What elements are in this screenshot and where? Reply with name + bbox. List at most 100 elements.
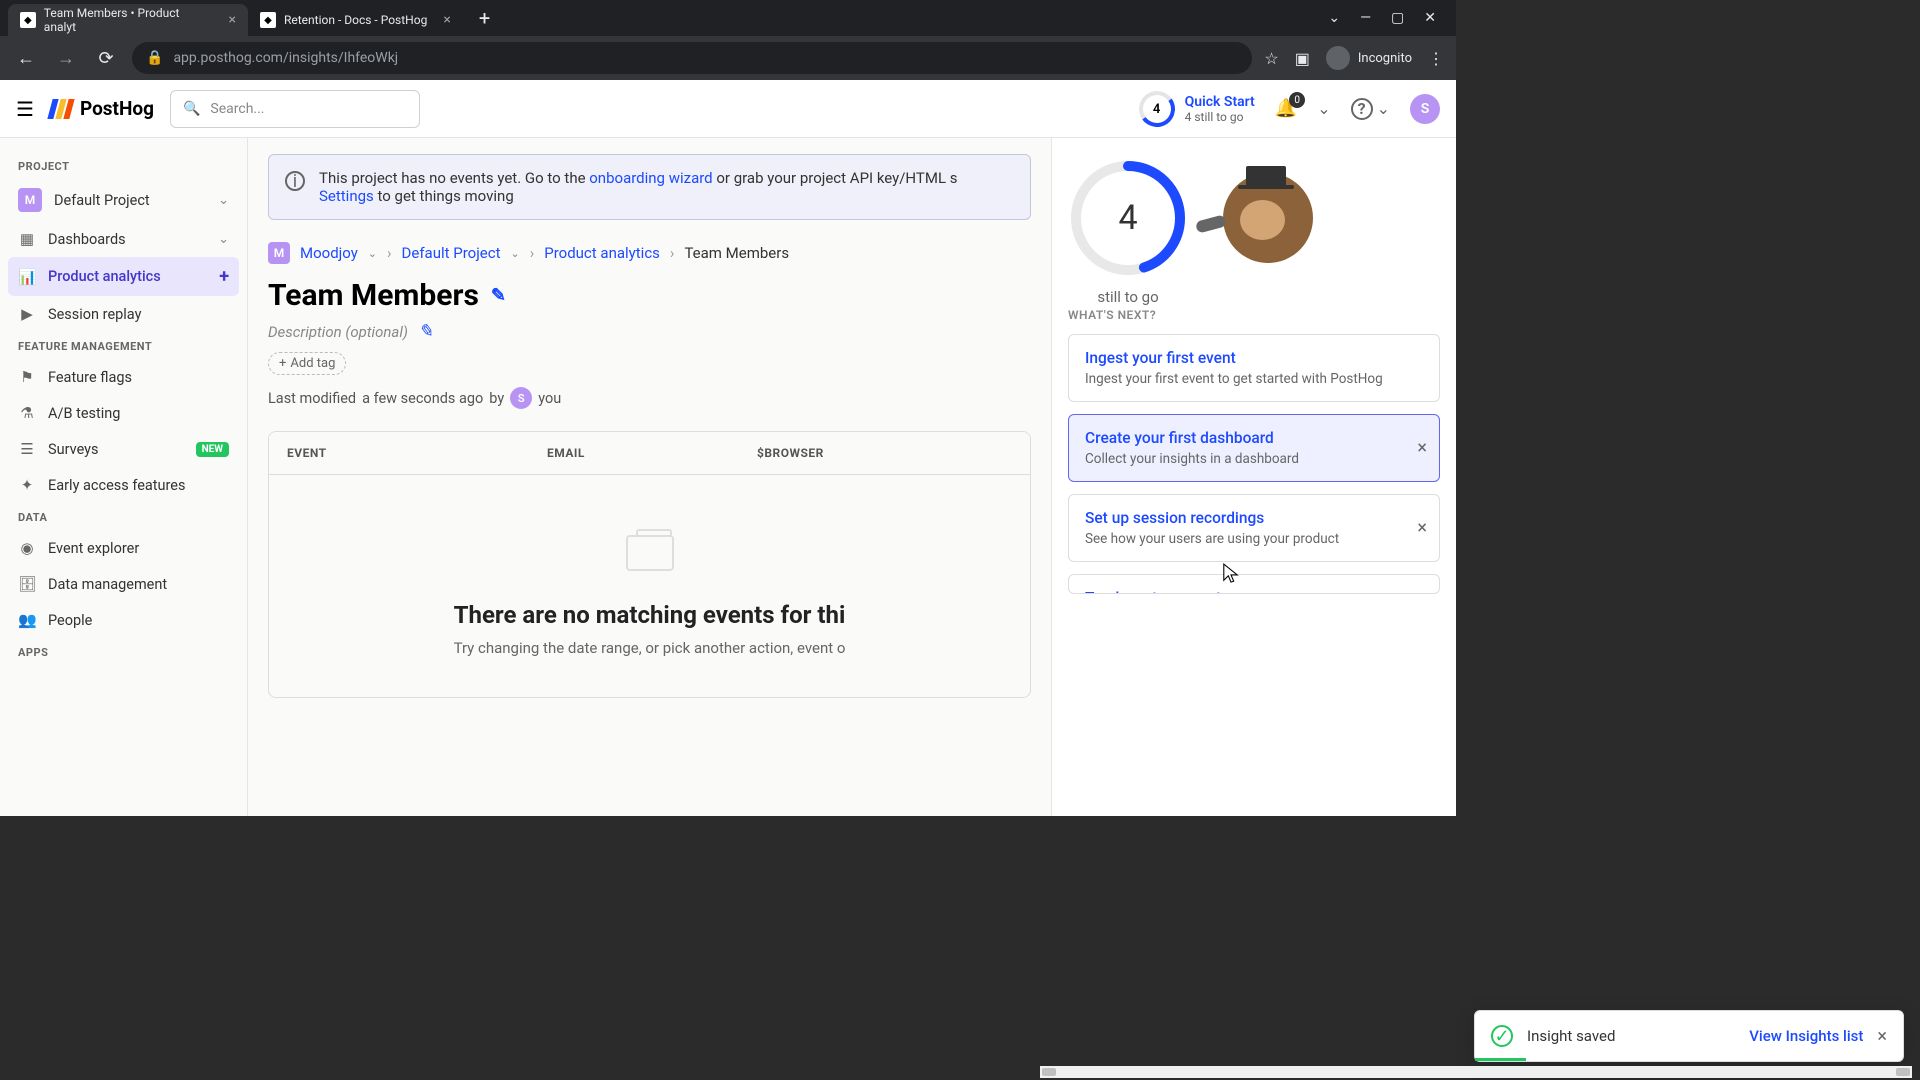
tab-bar: ◆ Team Members • Product analyt × ◆ Rete…: [0, 0, 1456, 36]
sidebar-section-apps: APPS: [8, 638, 239, 665]
breadcrumb-org[interactable]: Moodjoy: [300, 244, 358, 262]
url-text: app.posthog.com/insights/IhfeoWkj: [173, 50, 398, 66]
banner-text: to get things moving: [374, 187, 514, 205]
sidebar-item-data-management[interactable]: 🗄 Data management: [8, 566, 239, 602]
reload-button[interactable]: ⟳: [92, 48, 120, 69]
task-card-custom-events[interactable]: Track custom events: [1068, 574, 1440, 594]
edit-icon[interactable]: ✎: [418, 321, 433, 342]
breadcrumb-project[interactable]: Default Project: [402, 244, 501, 262]
dashboard-icon: ▦: [18, 230, 36, 248]
back-button[interactable]: ←: [12, 48, 40, 69]
logo-mark-icon: [50, 99, 72, 119]
sidebar-item-project[interactable]: M Default Project ⌄: [8, 179, 239, 221]
task-card-ingest[interactable]: Ingest your first event Ingest your firs…: [1068, 334, 1440, 402]
database-icon: 🗄: [18, 575, 36, 593]
close-icon[interactable]: ×: [229, 12, 236, 28]
task-title: Set up session recordings: [1085, 509, 1423, 527]
toast-message: Insight saved: [1527, 1027, 1615, 1045]
flag-icon: ⚑: [18, 368, 36, 386]
close-icon[interactable]: ×: [1417, 518, 1427, 539]
column-header-email[interactable]: EMAIL: [529, 432, 739, 474]
maximize-icon[interactable]: ▢: [1391, 10, 1404, 26]
sidebar-item-surveys[interactable]: ☰ Surveys NEW: [8, 431, 239, 467]
task-desc: See how your users are using your produc…: [1085, 531, 1423, 547]
sidebar-item-label: Default Project: [54, 192, 150, 209]
author-avatar: S: [510, 387, 532, 409]
sidebar-item-ab-testing[interactable]: ⚗ A/B testing: [8, 395, 239, 431]
url-bar[interactable]: 🔒 app.posthog.com/insights/IhfeoWkj: [132, 42, 1252, 74]
minimize-icon[interactable]: ―: [1360, 10, 1371, 26]
incognito-label: Incognito: [1358, 51, 1412, 66]
close-window-icon[interactable]: ✕: [1424, 10, 1436, 26]
toast-action-link[interactable]: View Insights list: [1749, 1027, 1863, 1045]
close-icon[interactable]: ×: [1417, 438, 1427, 459]
quick-start-subtitle: 4 still to go: [1185, 110, 1255, 124]
logo[interactable]: PostHog: [50, 97, 154, 120]
progress-label: still to go: [1068, 288, 1188, 306]
whats-next-heading: WHAT'S NEXT?: [1068, 308, 1440, 322]
chevron-down-icon[interactable]: ⌄: [1328, 10, 1340, 26]
description-field[interactable]: Description (optional) ✎: [268, 321, 1031, 342]
notifications-button[interactable]: 🔔 0: [1275, 98, 1297, 119]
task-title: Track custom events: [1085, 589, 1423, 594]
sidebar-item-label: People: [48, 612, 92, 629]
sidebar: PROJECT M Default Project ⌄ ▦ Dashboards…: [0, 138, 248, 816]
chevron-down-icon[interactable]: ⌄: [368, 247, 377, 260]
quick-start-panel: 4 still to go WHAT'S NEXT? Ingest your f…: [1051, 138, 1456, 816]
toast-progress-bar: [1475, 1058, 1526, 1061]
extensions-icon[interactable]: ▣: [1295, 49, 1310, 68]
browser-chrome: ◆ Team Members • Product analyt × ◆ Rete…: [0, 0, 1456, 80]
onboarding-link[interactable]: onboarding wizard: [589, 169, 712, 187]
star-icon[interactable]: ☆: [1264, 49, 1278, 68]
chevron-down-icon: ⌄: [218, 232, 229, 247]
breadcrumb: M Moodjoy ⌄ › Default Project ⌄ › Produc…: [268, 242, 1031, 264]
close-icon[interactable]: ×: [1877, 1026, 1887, 1047]
avatar[interactable]: S: [1410, 94, 1440, 124]
inbox-icon: [626, 535, 674, 571]
column-header-browser[interactable]: $BROWSER: [739, 432, 1030, 474]
favicon-icon: ◆: [260, 12, 276, 28]
toast: ✓ Insight saved View Insights list ×: [1474, 1010, 1904, 1062]
sidebar-section-feature: FEATURE MANAGEMENT: [8, 332, 239, 359]
help-icon[interactable]: ?: [1351, 98, 1373, 120]
column-header-event[interactable]: EVENT: [269, 432, 529, 474]
sidebar-item-product-analytics[interactable]: 📊 Product analytics +: [8, 257, 239, 296]
brand-name: PostHog: [80, 97, 154, 120]
settings-link[interactable]: Settings: [319, 187, 374, 205]
add-tag-button[interactable]: +Add tag: [268, 352, 346, 375]
info-banner: i This project has no events yet. Go to …: [268, 154, 1031, 220]
browser-tab-active[interactable]: ◆ Team Members • Product analyt ×: [8, 4, 248, 36]
task-card-dashboard[interactable]: Create your first dashboard Collect your…: [1068, 414, 1440, 482]
survey-icon: ☰: [18, 440, 36, 458]
browser-tab[interactable]: ◆ Retention - Docs - PostHog ×: [248, 4, 463, 36]
sidebar-item-people[interactable]: 👥 People: [8, 602, 239, 638]
plus-icon[interactable]: +: [219, 266, 229, 287]
new-badge: NEW: [196, 442, 229, 457]
sidebar-item-feature-flags[interactable]: ⚑ Feature flags: [8, 359, 239, 395]
sidebar-item-dashboards[interactable]: ▦ Dashboards ⌄: [8, 221, 239, 257]
sidebar-item-session-replay[interactable]: ▶ Session replay: [8, 296, 239, 332]
new-tab-button[interactable]: +: [471, 4, 498, 32]
people-icon: 👥: [18, 611, 36, 629]
chevron-down-icon[interactable]: ⌄: [1377, 99, 1390, 118]
edit-icon[interactable]: ✎: [491, 285, 506, 306]
task-card-recordings[interactable]: Set up session recordings See how your u…: [1068, 494, 1440, 562]
search-placeholder: Search...: [210, 101, 264, 117]
close-icon[interactable]: ×: [443, 12, 450, 28]
org-badge-icon: M: [268, 242, 290, 264]
menu-toggle-icon[interactable]: ☰: [16, 97, 34, 121]
chevron-down-icon[interactable]: ⌄: [511, 247, 520, 260]
sidebar-item-event-explorer[interactable]: ◉ Event explorer: [8, 530, 239, 566]
quick-start-widget[interactable]: 4 Quick Start 4 still to go: [1139, 91, 1255, 127]
app-header: ☰ PostHog 🔍 Search... 4 Quick Start 4 st…: [0, 80, 1456, 138]
search-input[interactable]: 🔍 Search...: [170, 90, 420, 128]
horizontal-scrollbar[interactable]: [1040, 1066, 1912, 1078]
menu-icon[interactable]: ⋮: [1428, 49, 1444, 68]
chevron-down-icon[interactable]: ⌄: [1317, 99, 1330, 118]
sidebar-item-early-access[interactable]: ✦ Early access features: [8, 467, 239, 503]
incognito-indicator[interactable]: Incognito: [1326, 46, 1412, 70]
sparkle-icon: ✦: [18, 476, 36, 494]
info-icon: i: [285, 171, 305, 191]
breadcrumb-section[interactable]: Product analytics: [544, 244, 660, 262]
forward-button[interactable]: →: [52, 48, 80, 69]
